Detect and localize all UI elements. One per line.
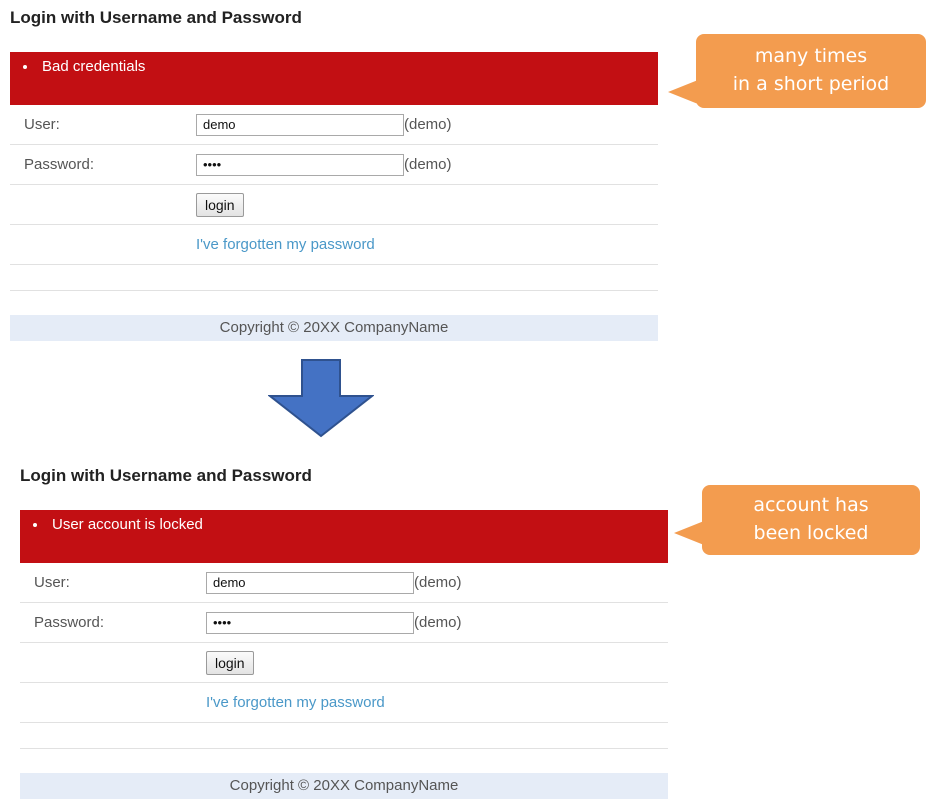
error-message-box: User account is locked bbox=[20, 510, 668, 563]
page-title: Login with Username and Password bbox=[20, 466, 312, 485]
user-hint: (demo) bbox=[414, 574, 462, 591]
password-label: Password: bbox=[24, 156, 95, 173]
error-message: Bad credentials bbox=[38, 58, 658, 75]
login-panel-before: Login with Username and Password Bad cre… bbox=[10, 0, 658, 341]
user-hint: (demo) bbox=[404, 116, 452, 133]
error-message: User account is locked bbox=[48, 516, 668, 533]
forgot-row: I've forgotten my password bbox=[10, 225, 658, 265]
password-hint: (demo) bbox=[414, 614, 462, 631]
user-row: User: (demo) bbox=[10, 105, 658, 145]
forgot-row: I've forgotten my password bbox=[20, 683, 668, 723]
password-label: Password: bbox=[34, 614, 105, 631]
login-button[interactable]: login bbox=[196, 192, 244, 217]
callout-tail bbox=[674, 521, 704, 545]
callout-line: account has bbox=[753, 494, 869, 516]
footer-copyright: Copyright © 20XX CompanyName bbox=[20, 773, 668, 799]
callout-line: many times bbox=[754, 45, 868, 67]
login-row: login bbox=[20, 643, 668, 683]
password-row: Password: (demo) bbox=[10, 145, 658, 185]
password-input[interactable] bbox=[206, 611, 414, 634]
page-title: Login with Username and Password bbox=[10, 8, 302, 27]
down-arrow-icon bbox=[268, 359, 374, 438]
empty-row bbox=[20, 723, 668, 749]
empty-row bbox=[10, 265, 658, 291]
forgot-password-link[interactable]: I've forgotten my password bbox=[206, 694, 385, 711]
callout-account-locked: account has been locked bbox=[702, 485, 920, 555]
callout-line: in a short period bbox=[732, 73, 890, 95]
user-input[interactable] bbox=[206, 571, 414, 594]
callout-line: been locked bbox=[753, 522, 869, 544]
user-row: User: (demo) bbox=[20, 563, 668, 603]
callout-tail bbox=[668, 80, 698, 104]
footer-copyright: Copyright © 20XX CompanyName bbox=[10, 315, 658, 341]
password-hint: (demo) bbox=[404, 156, 452, 173]
login-button[interactable]: login bbox=[206, 650, 254, 675]
callout-many-times: many times in a short period bbox=[696, 34, 926, 108]
user-label: User: bbox=[34, 574, 70, 591]
user-input[interactable] bbox=[196, 113, 404, 136]
login-row: login bbox=[10, 185, 658, 225]
user-label: User: bbox=[24, 116, 60, 133]
error-message-box: Bad credentials bbox=[10, 52, 658, 105]
forgot-password-link[interactable]: I've forgotten my password bbox=[196, 236, 375, 253]
password-input[interactable] bbox=[196, 153, 404, 176]
login-panel-after: Login with Username and Password User ac… bbox=[20, 458, 668, 799]
password-row: Password: (demo) bbox=[20, 603, 668, 643]
